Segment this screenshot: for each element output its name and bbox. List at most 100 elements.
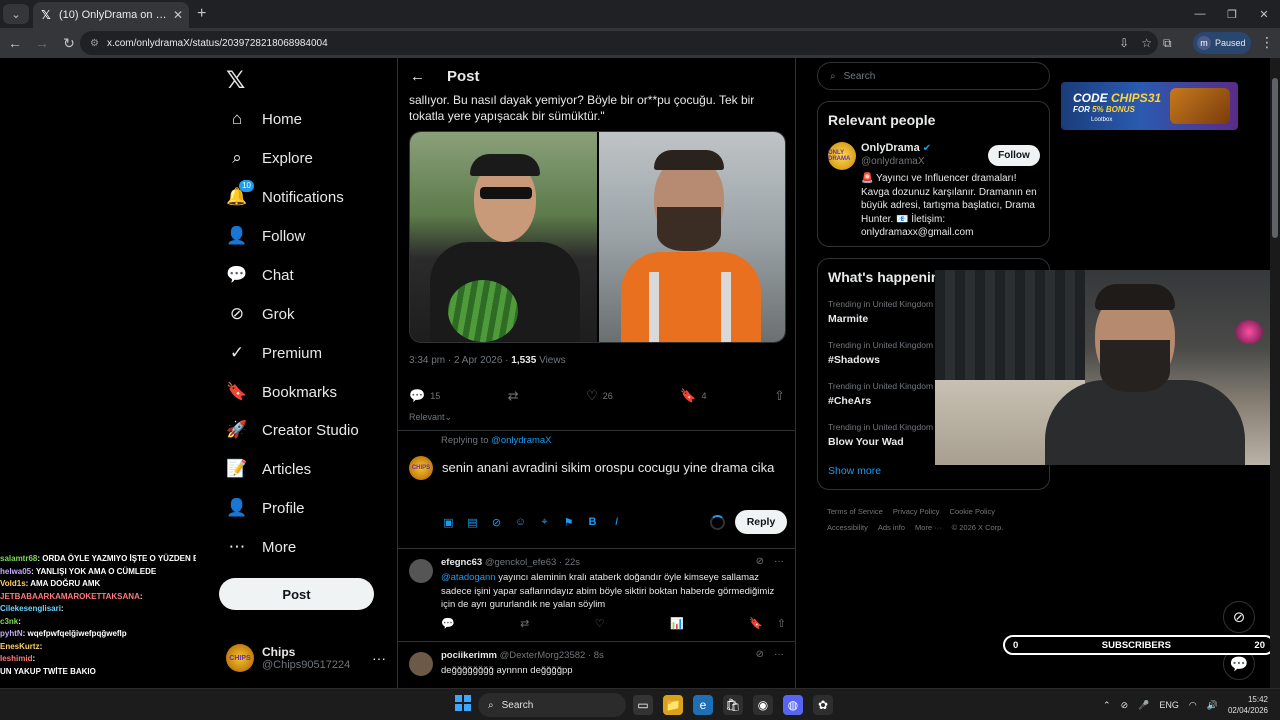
footer-link[interactable]: © 2026 X Corp.: [952, 523, 1004, 532]
views-icon[interactable]: 📊: [670, 617, 684, 630]
tab-search-menu[interactable]: ⌄: [3, 4, 29, 24]
flag-icon[interactable]: ⚑: [562, 516, 575, 529]
site-info-icon[interactable]: ⚙: [90, 38, 99, 49]
scrollbar-thumb[interactable]: [1272, 78, 1278, 238]
reply-mention[interactable]: @atadogann: [441, 572, 496, 583]
reply-action[interactable]: 💬 15: [409, 388, 440, 404]
repost-action[interactable]: ⇄: [508, 388, 519, 404]
nav-item-grok[interactable]: ⊘ Grok: [226, 300, 295, 328]
share-icon[interactable]: ⇧: [777, 617, 786, 630]
new-tab-icon[interactable]: +: [197, 5, 206, 23]
nav-item-profile[interactable]: 👤 Profile: [226, 494, 304, 522]
back-arrow-icon[interactable]: ←: [410, 68, 425, 85]
x-logo-icon[interactable]: 𝕏: [226, 66, 245, 95]
footer-link[interactable]: More ···: [915, 523, 942, 532]
bookmark-icon[interactable]: 🔖: [749, 617, 763, 630]
chevron-up-icon[interactable]: ⌃: [1103, 700, 1111, 711]
reply-icon[interactable]: 💬: [441, 617, 455, 630]
browser-menu-icon[interactable]: ⋮: [1260, 34, 1274, 51]
store-icon[interactable]: 🛍: [723, 695, 743, 715]
wifi-icon[interactable]: ◠: [1189, 700, 1197, 711]
nav-item-creator-studio[interactable]: 🚀 Creator Studio: [226, 416, 358, 444]
network-off-icon[interactable]: ⊘: [1121, 700, 1129, 711]
grok-float-icon[interactable]: ⊘: [1223, 601, 1255, 633]
grok-icon[interactable]: ⊘: [756, 556, 764, 567]
nav-item-follow[interactable]: 👤 Follow: [226, 222, 305, 250]
nav-item-more[interactable]: ⋯ More: [226, 533, 297, 561]
reload-icon[interactable]: ↻: [57, 31, 81, 55]
file-explorer-icon[interactable]: 📁: [663, 695, 683, 715]
share-action[interactable]: ⇧: [774, 388, 785, 404]
footer-link[interactable]: Privacy Policy: [893, 507, 940, 516]
forward-icon[interactable]: →: [30, 31, 54, 55]
reply-item[interactable]: pociikerimm @DexterMorg23582 · 8s ⊘ ··· d…: [398, 648, 796, 688]
back-icon[interactable]: ←: [3, 31, 27, 55]
like-action[interactable]: ♡ 26: [586, 388, 613, 404]
profile-button[interactable]: m Paused: [1193, 32, 1251, 54]
nav-item-bookmarks[interactable]: 🔖 Bookmarks: [226, 378, 337, 406]
language-indicator[interactable]: ENG: [1159, 700, 1179, 710]
discord-icon[interactable]: ◍: [783, 695, 803, 715]
person-name-row[interactable]: OnlyDrama ✔: [861, 142, 931, 154]
nav-item-explore[interactable]: ⌕ Explore: [226, 144, 313, 172]
install-icon[interactable]: ⇩: [1119, 36, 1129, 50]
search-input[interactable]: ⌕ Search: [817, 62, 1050, 90]
post-image-watermelon-man[interactable]: [410, 132, 597, 342]
browser-tab[interactable]: 𝕏 (10) OnlyDrama on X: "Chips (I ✕: [33, 2, 189, 28]
follow-button[interactable]: Follow: [988, 145, 1040, 166]
account-switcher[interactable]: CHIPS Chips @Chips90517224 ···: [226, 644, 386, 672]
emoji-icon[interactable]: ☺: [514, 516, 527, 529]
reply-input[interactable]: senin anani avradini sikim orospu cocugu…: [442, 460, 782, 476]
chrome-icon[interactable]: ◉: [753, 695, 773, 715]
show-more-link[interactable]: Show more: [828, 465, 881, 477]
italic-icon[interactable]: I: [610, 516, 623, 529]
volume-icon[interactable]: 🔊: [1207, 700, 1218, 711]
more-icon[interactable]: ···: [372, 650, 386, 666]
bold-icon[interactable]: B: [586, 516, 599, 529]
window-close-icon[interactable]: ✕: [1248, 0, 1280, 28]
nav-item-articles[interactable]: 📝 Articles: [226, 455, 311, 483]
maximize-icon[interactable]: ❐: [1216, 0, 1248, 28]
reply-item[interactable]: efegnc63 @genckol_efe63 · 22s ⊘ ··· @atad…: [398, 555, 796, 643]
reply-author[interactable]: pociikerimm: [441, 650, 497, 661]
grok-icon[interactable]: ⊘: [756, 649, 764, 660]
reply-button[interactable]: Reply: [735, 510, 787, 534]
microphone-icon[interactable]: 🎤: [1138, 700, 1149, 711]
url-bar[interactable]: ⚙ x.com/onlydramaX/status/20397282180689…: [80, 31, 1158, 55]
replying-to-handle[interactable]: @onlydramaX: [491, 435, 551, 446]
post-time[interactable]: 3:34 pm · 2 Apr 2026 ·: [409, 355, 511, 366]
reply-author[interactable]: efegnc63: [441, 557, 482, 568]
nav-item-home[interactable]: ⌂ Home: [226, 105, 302, 133]
page-scrollbar[interactable]: [1270, 58, 1280, 688]
close-icon[interactable]: ✕: [173, 8, 183, 22]
image-icon[interactable]: ▣: [442, 516, 455, 529]
footer-link[interactable]: Ads info: [878, 523, 905, 532]
heart-icon[interactable]: ♡: [595, 617, 605, 630]
bookmark-action[interactable]: 🔖 4: [680, 388, 706, 404]
windows-start-icon[interactable]: [455, 695, 471, 711]
post-image-vest-man[interactable]: [598, 132, 785, 342]
ad-banner[interactable]: CODE CHIPS31 FOR 5% BONUS Lootbox: [1061, 82, 1238, 130]
repost-icon[interactable]: ⇄: [520, 617, 529, 630]
reply-sort-dropdown[interactable]: Relevant⌄: [409, 412, 452, 423]
star-icon[interactable]: ☆: [1141, 36, 1152, 50]
nav-item-notifications[interactable]: 🔔 10 Notifications: [226, 180, 344, 211]
task-view-icon[interactable]: ▭: [633, 695, 653, 715]
clock[interactable]: 15:42 02/04/2026: [1228, 694, 1268, 716]
more-icon[interactable]: ···: [774, 649, 784, 660]
grok-icon[interactable]: ⊘: [490, 516, 503, 529]
gif-icon[interactable]: ▤: [466, 516, 479, 529]
post-button[interactable]: Post: [219, 578, 374, 610]
minimize-icon[interactable]: —: [1184, 0, 1216, 28]
person-avatar[interactable]: ONLY DRAMA: [828, 142, 856, 170]
nav-item-chat[interactable]: 💬 Chat: [226, 261, 293, 289]
extensions-icon[interactable]: ⧉: [1163, 36, 1172, 51]
post-media[interactable]: [409, 131, 786, 343]
taskbar-search[interactable]: ⌕ Search: [478, 693, 626, 717]
reply-avatar[interactable]: [409, 652, 433, 676]
footer-link[interactable]: Cookie Policy: [950, 507, 995, 516]
edge-icon[interactable]: e: [693, 695, 713, 715]
footer-link[interactable]: Accessibility: [827, 523, 868, 532]
location-icon[interactable]: ⌖: [538, 516, 551, 529]
more-icon[interactable]: ···: [774, 556, 784, 567]
